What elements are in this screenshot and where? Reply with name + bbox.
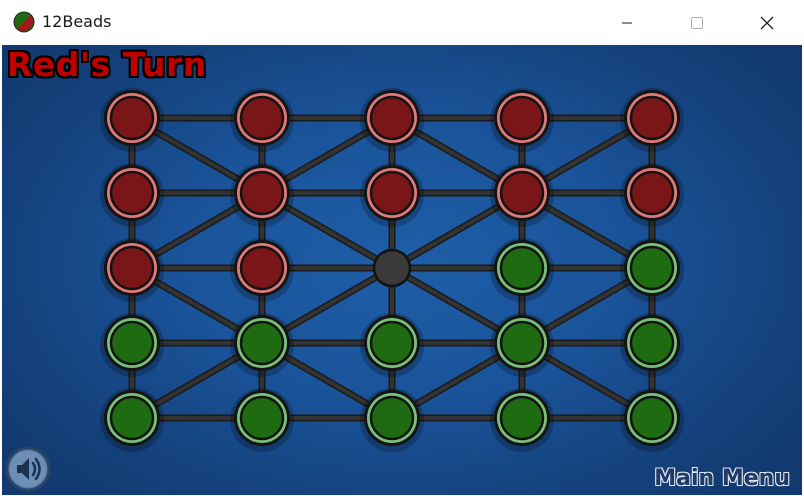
game-board: [100, 88, 684, 452]
maximize-icon: [691, 16, 703, 29]
red-bead[interactable]: [100, 163, 164, 227]
minimize-icon: [622, 22, 632, 23]
close-icon: [760, 16, 774, 29]
close-button[interactable]: [744, 0, 790, 45]
turn-indicator: Red's Turn: [7, 45, 207, 84]
green-bead[interactable]: [100, 388, 164, 452]
red-bead[interactable]: [360, 88, 424, 152]
red-bead[interactable]: [230, 238, 294, 302]
minimize-button[interactable]: [604, 0, 650, 45]
green-bead[interactable]: [620, 313, 684, 377]
main-menu-button[interactable]: Main Menu: [654, 466, 790, 491]
red-bead[interactable]: [490, 88, 554, 152]
green-bead[interactable]: [230, 388, 294, 452]
game-area: Red's Turn Main Menu: [2, 45, 802, 495]
red-bead[interactable]: [620, 163, 684, 227]
red-bead[interactable]: [490, 163, 554, 227]
maximize-button[interactable]: [674, 0, 720, 45]
speaker-icon: [5, 446, 51, 492]
green-bead[interactable]: [490, 313, 554, 377]
red-bead[interactable]: [230, 88, 294, 152]
empty-spot[interactable]: [372, 248, 412, 288]
red-bead[interactable]: [100, 238, 164, 302]
green-bead[interactable]: [620, 238, 684, 302]
red-bead[interactable]: [230, 163, 294, 227]
green-bead[interactable]: [360, 388, 424, 452]
green-bead[interactable]: [360, 313, 424, 377]
red-bead[interactable]: [620, 88, 684, 152]
green-bead[interactable]: [490, 388, 554, 452]
green-bead[interactable]: [490, 238, 554, 302]
app-icon: [13, 11, 35, 33]
red-bead[interactable]: [360, 163, 424, 227]
green-bead[interactable]: [230, 313, 294, 377]
red-bead[interactable]: [100, 88, 164, 152]
green-bead[interactable]: [100, 313, 164, 377]
sound-button[interactable]: [4, 445, 52, 493]
title-bar: 12Beads: [0, 0, 804, 45]
game-window: 12Beads Red's Turn Main Menu: [0, 0, 804, 496]
window-title: 12Beads: [42, 12, 112, 31]
green-bead[interactable]: [620, 388, 684, 452]
